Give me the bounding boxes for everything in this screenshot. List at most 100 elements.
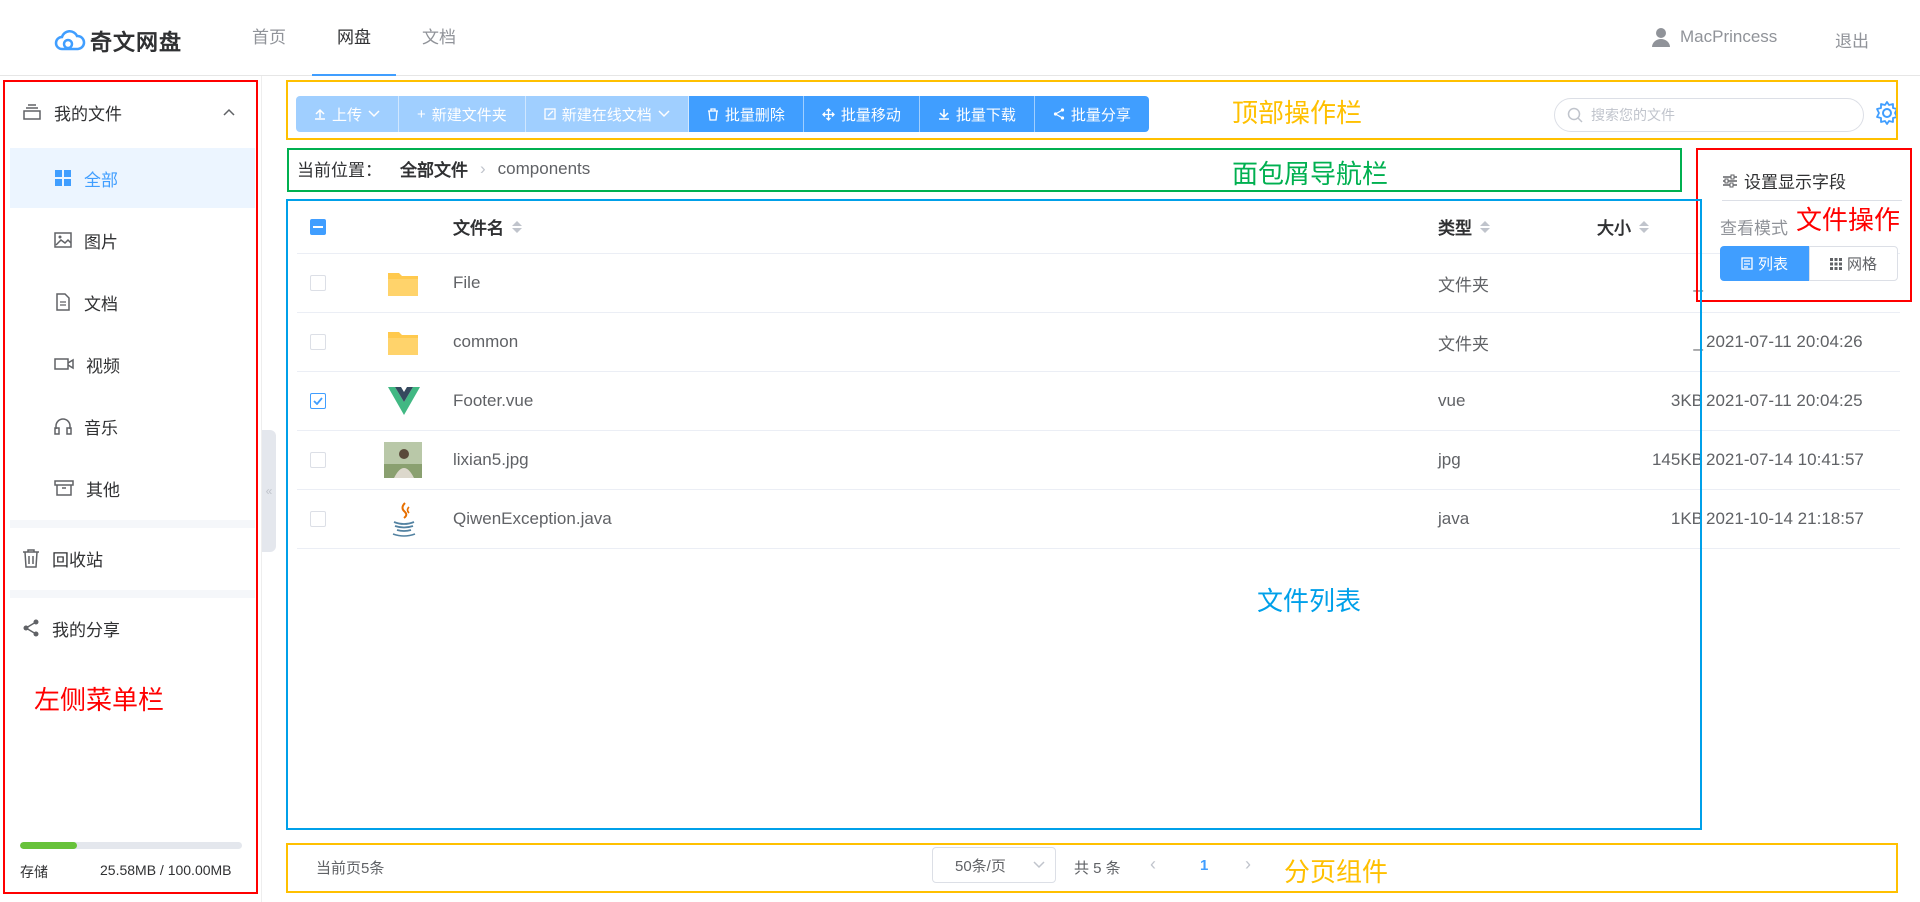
sidebar-item-other[interactable]: 其他 <box>10 458 255 518</box>
list-view-button[interactable]: 列表 <box>1720 246 1809 281</box>
user-icon <box>1652 28 1670 47</box>
upload-label: 上传 <box>332 106 363 124</box>
file-name[interactable]: File <box>453 254 480 312</box>
download-icon <box>938 109 949 120</box>
search-input[interactable]: 搜索您的文件 <box>1554 98 1864 132</box>
nav-disk[interactable]: 网盘 <box>312 0 396 76</box>
batch-move-label: 批量移动 <box>840 106 901 124</box>
drawer-icon <box>23 104 41 120</box>
table-row[interactable]: lixian5.jpg jpg 145KB 2021-07-14 10:41:5… <box>297 431 1900 490</box>
annotation-breadcrumb: 面包屑导航栏 <box>1232 159 1389 189</box>
table-row[interactable]: Footer.vue vue 3KB 2021-07-11 20:04:25 <box>297 372 1900 431</box>
chevron-right-icon: › <box>480 158 486 178</box>
folder-icon <box>388 273 418 296</box>
file-size: 145KB <box>1651 450 1703 469</box>
logo-text: 奇文网盘 <box>90 30 183 55</box>
file-size: _ <box>1693 332 1703 351</box>
vue-icon <box>388 387 420 415</box>
table-header: 文件名 类型 大小 <box>297 200 1900 254</box>
file-name[interactable]: QiwenException.java <box>453 490 612 548</box>
row-checkbox[interactable] <box>310 511 326 527</box>
file-date: 2021-07-11 20:04:26 <box>1706 332 1863 351</box>
sidebar-item-label: 图片 <box>84 232 118 252</box>
new-online-doc-button[interactable]: 新建在线文档 <box>525 96 689 132</box>
file-size: 3KB <box>1670 391 1703 410</box>
prev-page-icon[interactable]: ‹ <box>1150 854 1156 875</box>
column-filename[interactable]: 文件名 <box>453 200 522 253</box>
divider <box>10 520 255 528</box>
image-thumbnail-icon <box>384 442 422 478</box>
file-name[interactable]: lixian5.jpg <box>453 431 529 489</box>
set-display-fields-button[interactable]: 设置显示字段 <box>1722 168 1846 193</box>
sort-icon <box>512 220 522 233</box>
sidebar-item-videos[interactable]: 视频 <box>10 334 255 394</box>
list-icon <box>1741 257 1753 270</box>
row-checkbox[interactable] <box>310 452 326 468</box>
recycle-bin[interactable]: 回收站 <box>22 528 103 588</box>
batch-share-button[interactable]: 批量分享 <box>1034 96 1149 132</box>
my-share[interactable]: 我的分享 <box>22 598 120 658</box>
table-row[interactable]: QiwenException.java java 1KB 2021-10-14 … <box>297 490 1900 549</box>
sidebar-item-music[interactable]: 音乐 <box>10 396 255 456</box>
sidebar-collapse-handle[interactable]: « <box>262 430 276 552</box>
my-files-group[interactable]: 我的文件 <box>22 82 242 142</box>
view-mode-toggle: 列表 网格 <box>1720 246 1898 281</box>
column-size[interactable]: 大小 <box>1597 200 1649 253</box>
file-name[interactable]: Footer.vue <box>453 372 533 430</box>
next-page-icon[interactable]: › <box>1245 854 1251 875</box>
column-type[interactable]: 类型 <box>1438 200 1490 253</box>
total-count: 共 5 条 <box>1074 860 1121 877</box>
storage-value: 25.58MB / 100.00MB <box>100 862 232 878</box>
edit-icon <box>544 108 556 120</box>
sidebar-item-documents[interactable]: 文档 <box>10 272 255 332</box>
breadcrumb-root[interactable]: 全部文件 <box>400 156 468 181</box>
page-size-select[interactable]: 50条/页 <box>932 847 1056 883</box>
upload-button[interactable]: 上传 <box>296 96 400 132</box>
page-number[interactable]: 1 <box>1200 857 1208 874</box>
view-mode-label: 查看模式 <box>1720 219 1788 238</box>
column-filename-label: 文件名 <box>453 219 504 238</box>
sort-icon <box>1480 220 1490 233</box>
sidebar-item-label: 全部 <box>84 170 118 190</box>
cloud-icon <box>54 30 86 51</box>
table-row[interactable]: File 文件夹 _ <box>297 254 1900 313</box>
table-row[interactable]: common 文件夹 _ 2021-07-11 20:04:26 <box>297 313 1900 372</box>
annotation-pagination: 分页组件 <box>1284 857 1389 887</box>
sidebar: 我的文件 全部 图片 文档 视频 音乐 其他 回收站 我的分享 存储 25.58… <box>0 76 262 902</box>
select-all-checkbox[interactable] <box>310 200 326 253</box>
set-display-fields-label: 设置显示字段 <box>1744 173 1846 192</box>
row-checkbox[interactable] <box>310 393 326 409</box>
sidebar-item-label: 视频 <box>86 356 120 376</box>
gear-icon[interactable] <box>1874 100 1900 126</box>
recycle-label: 回收站 <box>52 550 103 570</box>
logo[interactable]: 奇文网盘 <box>54 25 182 57</box>
batch-move-button[interactable]: 批量移动 <box>803 96 920 132</box>
share-label: 我的分享 <box>52 620 120 640</box>
row-checkbox[interactable] <box>310 275 326 291</box>
sidebar-item-label: 音乐 <box>84 418 118 438</box>
annotation-file-list: 文件列表 <box>1257 586 1362 616</box>
file-name[interactable]: common <box>453 313 518 371</box>
batch-delete-label: 批量删除 <box>724 106 785 124</box>
nav-home[interactable]: 首页 <box>252 0 286 76</box>
breadcrumb: 当前位置： 全部文件 › components <box>297 156 590 181</box>
search-icon <box>1567 107 1583 123</box>
column-type-label: 类型 <box>1438 219 1472 238</box>
annotation-top-bar: 顶部操作栏 <box>1232 98 1363 128</box>
new-folder-button[interactable]: + 新建文件夹 <box>399 96 526 132</box>
sidebar-item-images[interactable]: 图片 <box>10 210 255 270</box>
row-checkbox[interactable] <box>310 334 326 350</box>
grid-view-button[interactable]: 网格 <box>1809 246 1898 281</box>
breadcrumb-current: components <box>497 158 591 178</box>
user-menu[interactable]: MacPrincess <box>1652 27 1777 47</box>
chevron-down-icon <box>368 110 380 118</box>
batch-download-button[interactable]: 批量下载 <box>919 96 1035 132</box>
batch-delete-button[interactable]: 批量删除 <box>688 96 804 132</box>
nav-docs[interactable]: 文档 <box>422 0 456 76</box>
grid-icon <box>1829 257 1842 270</box>
sidebar-item-all[interactable]: 全部 <box>10 148 255 208</box>
search-placeholder: 搜索您的文件 <box>1591 107 1675 123</box>
logout-link[interactable]: 退出 <box>1835 27 1869 52</box>
file-type: 文件夹 <box>1438 275 1489 295</box>
grid-icon <box>55 170 71 186</box>
